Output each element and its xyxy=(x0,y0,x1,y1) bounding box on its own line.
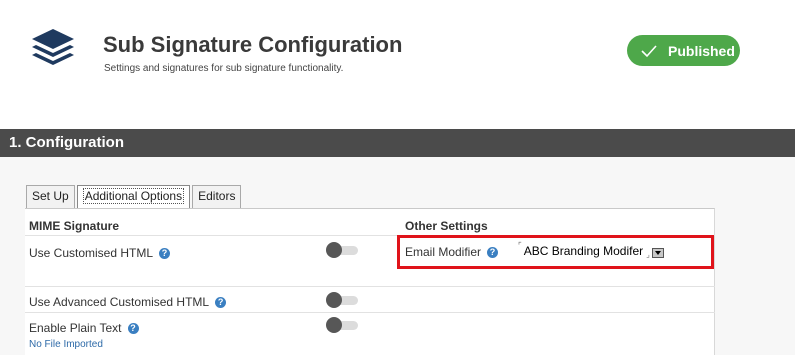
use-advanced-customised-html-label: Use Advanced Customised HTML xyxy=(29,295,210,309)
help-icon[interactable]: ? xyxy=(215,297,227,308)
page-title: Sub Signature Configuration xyxy=(103,32,403,57)
mime-signature-header: MIME Signature xyxy=(29,219,120,233)
email-modifier-highlight xyxy=(397,235,714,269)
tab-additional-options[interactable]: Additional Options xyxy=(76,185,191,208)
help-icon[interactable]: ? xyxy=(127,323,139,334)
published-status-button[interactable]: Published xyxy=(627,35,740,66)
use-customised-html-toggle[interactable] xyxy=(326,242,360,258)
divider xyxy=(25,312,715,313)
tab-set-up[interactable]: Set Up xyxy=(26,185,75,208)
logo-icon xyxy=(28,27,78,71)
section-title: 1. Configuration xyxy=(9,134,124,151)
divider xyxy=(25,286,715,287)
section-header: 1. Configuration xyxy=(0,129,795,157)
check-icon xyxy=(640,44,658,58)
use-advanced-customised-html-row: Use Advanced Customised HTML? xyxy=(29,295,227,309)
published-label: Published xyxy=(668,42,735,59)
no-file-imported-link[interactable]: No File Imported xyxy=(29,339,103,350)
use-customised-html-row: Use Customised HTML? xyxy=(29,246,171,260)
enable-plain-text-label: Enable Plain Text xyxy=(29,321,122,335)
help-icon[interactable]: ? xyxy=(159,248,171,259)
enable-plain-text-row: Enable Plain Text? xyxy=(29,321,139,335)
use-advanced-customised-html-toggle[interactable] xyxy=(326,292,360,308)
other-settings-header: Other Settings xyxy=(405,219,488,233)
page-subtitle: Settings and signatures for sub signatur… xyxy=(104,63,344,74)
tab-bar: Set Up Additional Options Editors xyxy=(26,185,243,208)
use-customised-html-label: Use Customised HTML xyxy=(29,246,154,260)
enable-plain-text-toggle[interactable] xyxy=(326,317,360,333)
tab-editors[interactable]: Editors xyxy=(192,185,242,208)
